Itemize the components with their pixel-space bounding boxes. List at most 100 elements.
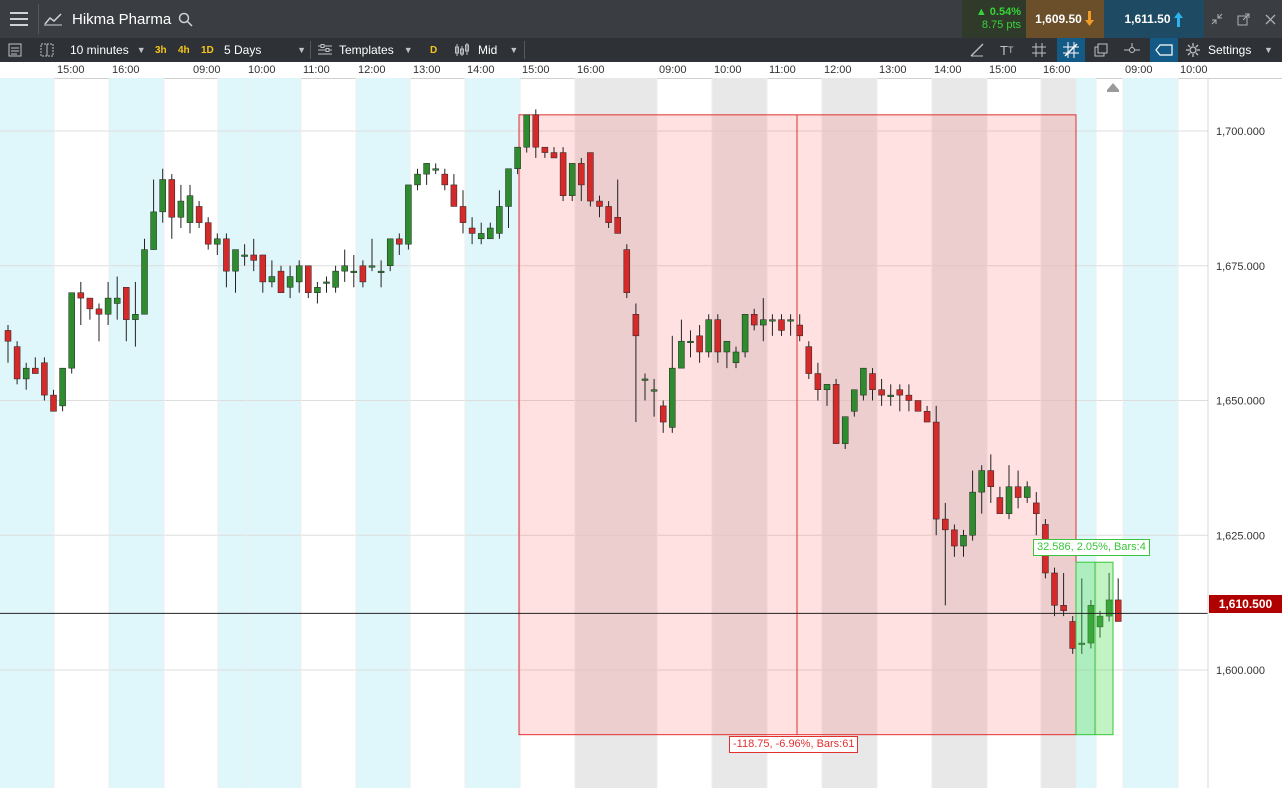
price-chart[interactable]: 1,700.000 1,675.000 1,650.000 1,625.000 1,60… [0, 78, 1282, 788]
scroll-marker-icon[interactable] [1107, 83, 1119, 92]
search-icon[interactable] [178, 0, 193, 38]
candle [805, 341, 813, 379]
candle-body [104, 297, 112, 315]
candle-body [1005, 486, 1013, 514]
candle [623, 244, 631, 299]
chevron-down-icon[interactable]: ▼ [1264, 38, 1273, 62]
candle-body [414, 173, 421, 186]
candle-body [750, 314, 758, 326]
buy-button[interactable]: 1,611.50 [1104, 0, 1204, 38]
candle [41, 357, 48, 401]
candle-body [514, 146, 521, 169]
quick-4h-button[interactable]: 4h [178, 38, 190, 62]
candle-body [578, 163, 585, 186]
crosshair-grid-button[interactable] [1057, 38, 1085, 62]
quick-4h-label: 4h [178, 44, 190, 56]
price-change-box: ▲ 0.54% 8.75 pts [962, 0, 1026, 38]
candle-body [295, 265, 303, 283]
interval-dropdown[interactable]: 10 minutes ▼ [70, 38, 146, 62]
red-measure-label: -118.75, -6.96%, Bars:61 [729, 736, 859, 753]
candle-body [359, 265, 367, 283]
candle [705, 314, 712, 358]
time-tick: 16:00 [1043, 64, 1071, 76]
candle-body [241, 254, 248, 257]
tag-button[interactable] [1150, 38, 1178, 62]
interval-label: 10 minutes [70, 43, 129, 57]
candle-body [141, 249, 148, 315]
candle-body [659, 405, 667, 423]
candle-body [50, 394, 57, 412]
candle-body [714, 319, 722, 353]
candle [141, 238, 148, 315]
d-button[interactable]: D [430, 38, 437, 62]
templates-icon [318, 44, 332, 55]
time-tick: 11:00 [303, 64, 330, 76]
candle-body [432, 168, 439, 171]
candle-body [805, 346, 813, 374]
chart-type-icon[interactable] [40, 0, 66, 38]
price-type-dropdown[interactable]: Mid ▼ [454, 38, 518, 62]
menu-icon[interactable] [0, 0, 38, 38]
candle-body [787, 319, 794, 322]
candle-body [168, 179, 176, 218]
candle-body [687, 340, 694, 343]
candle-body [159, 179, 166, 213]
candle-body [732, 351, 740, 364]
minimize-icon[interactable] [1206, 0, 1228, 38]
candle-body [878, 389, 885, 396]
grid-icon[interactable] [1032, 38, 1046, 62]
candle [314, 281, 321, 304]
time-tick: 13:00 [879, 64, 907, 76]
session-band [356, 78, 410, 788]
candle-body [532, 114, 540, 148]
candle-body [232, 249, 239, 272]
time-tick: 15:00 [522, 64, 550, 76]
price-type-label: Mid [478, 43, 498, 57]
candle [305, 265, 312, 299]
draw-line-icon[interactable] [970, 38, 984, 62]
candle-body [177, 200, 185, 218]
candle-body [1114, 599, 1122, 622]
candle [1069, 616, 1076, 654]
close-icon[interactable] [1260, 0, 1280, 38]
candle-body [723, 340, 731, 353]
candle-body [214, 238, 221, 245]
candle [332, 265, 339, 293]
price-tick: 1,675.000 [1216, 261, 1265, 273]
candle-body [860, 367, 867, 396]
popout-icon[interactable] [1232, 0, 1254, 38]
quick-1d-button[interactable]: 1D [201, 38, 214, 62]
layout-icon[interactable] [40, 38, 54, 62]
candle-body [951, 529, 958, 547]
text-tool-icon[interactable]: TT [1000, 38, 1013, 62]
templates-dropdown[interactable]: Templates ▼ [318, 38, 413, 62]
time-tick: 15:00 [989, 64, 1017, 76]
candle [932, 405, 940, 536]
time-tick: 12:00 [824, 64, 852, 76]
time-tick: 09:00 [193, 64, 221, 76]
period-dropdown[interactable]: 5 Days ▼ [224, 38, 306, 62]
candle-body [823, 384, 831, 390]
candle-body [760, 319, 767, 326]
session-band [246, 78, 301, 788]
copy-icon[interactable] [1094, 38, 1108, 62]
candle-body [341, 265, 348, 272]
list-icon[interactable] [8, 38, 22, 62]
candle [559, 147, 567, 202]
candle [914, 400, 922, 412]
candle [741, 314, 749, 358]
instrument-name[interactable]: Hikma Pharma [72, 0, 171, 38]
price-tick: 1,700.000 [1216, 126, 1265, 138]
candle-body [441, 173, 449, 186]
pin-icon[interactable] [1124, 38, 1140, 62]
candle-body [541, 146, 549, 153]
chevron-down-icon: ▼ [403, 45, 413, 55]
d-label: D [430, 44, 438, 56]
arrow-up-icon [1173, 12, 1183, 27]
sell-button[interactable]: 1,609.50 [1026, 0, 1104, 38]
quick-3h-button[interactable]: 3h [155, 38, 167, 62]
settings-button[interactable]: Settings [1186, 38, 1251, 62]
candle [77, 281, 85, 326]
ask-price: 1,611.50 [1124, 12, 1171, 26]
candle-body [923, 411, 931, 423]
